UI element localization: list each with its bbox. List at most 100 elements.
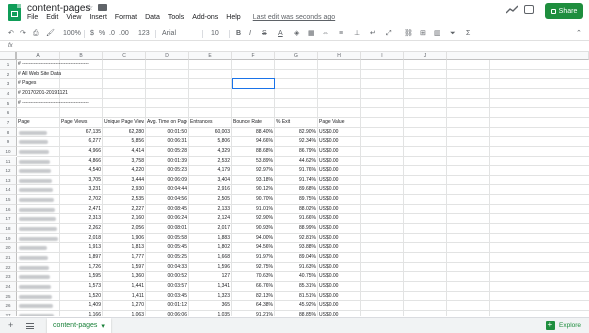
row-header[interactable]: 4 bbox=[0, 88, 17, 99]
data-cell[interactable]: 92.81% bbox=[276, 234, 316, 243]
data-cell[interactable]: 1,883 bbox=[190, 234, 230, 243]
data-cell[interactable]: 6,277 bbox=[61, 137, 101, 146]
data-cell[interactable]: US$0.00 bbox=[319, 282, 359, 291]
data-cell[interactable]: US$0.00 bbox=[319, 166, 359, 175]
data-cell[interactable]: 88.85% bbox=[276, 311, 316, 316]
column-header[interactable]: D bbox=[146, 52, 189, 60]
redo-icon[interactable]: ↷ bbox=[20, 29, 26, 39]
data-cell[interactable]: US$0.00 bbox=[319, 195, 359, 204]
menu-format[interactable]: Format bbox=[115, 14, 137, 24]
data-cell[interactable]: 00:06:09 bbox=[147, 176, 187, 185]
data-cell[interactable]: US$0.00 bbox=[319, 128, 359, 137]
data-cell[interactable]: 1,668 bbox=[190, 253, 230, 262]
row-header[interactable]: 20 bbox=[0, 243, 17, 253]
header-comment[interactable]: # Pages bbox=[18, 79, 118, 88]
data-cell[interactable]: 90.93% bbox=[233, 224, 273, 233]
data-cell[interactable]: 00:01:39 bbox=[147, 157, 187, 166]
data-cell[interactable]: US$0.00 bbox=[319, 147, 359, 156]
data-cell[interactable]: 60,003 bbox=[190, 128, 230, 137]
data-cell[interactable]: 1,063 bbox=[104, 311, 144, 316]
data-cell[interactable]: US$0.00 bbox=[319, 263, 359, 272]
column-title[interactable]: Avg. Time on Page bbox=[147, 118, 187, 127]
data-cell[interactable]: 90.70% bbox=[233, 195, 273, 204]
row-header[interactable]: 14 bbox=[0, 185, 17, 196]
insert-comment-icon[interactable]: ⊞ bbox=[420, 29, 426, 39]
row-header[interactable]: 25 bbox=[0, 291, 17, 302]
data-cell[interactable]: 1,596 bbox=[190, 263, 230, 272]
data-cell[interactable]: 00:03:57 bbox=[147, 282, 187, 291]
data-cell[interactable]: 4,329 bbox=[190, 147, 230, 156]
row-header[interactable]: 2 bbox=[0, 69, 17, 80]
folder-icon[interactable] bbox=[98, 4, 107, 11]
data-cell[interactable]: 53.89% bbox=[233, 157, 273, 166]
column-header[interactable]: E bbox=[189, 52, 232, 60]
data-cell[interactable]: 2,535 bbox=[104, 195, 144, 204]
column-title[interactable]: Page Value bbox=[319, 118, 359, 127]
data-cell[interactable]: 1,906 bbox=[104, 234, 144, 243]
data-cell[interactable]: 2,471 bbox=[61, 205, 101, 214]
data-cell[interactable]: 1,597 bbox=[104, 263, 144, 272]
header-comment[interactable]: # All Web Site Data bbox=[18, 70, 118, 79]
data-cell[interactable]: 5,806 bbox=[190, 137, 230, 146]
column-header[interactable]: F bbox=[232, 52, 275, 60]
data-cell[interactable]: US$0.00 bbox=[319, 272, 359, 281]
data-cell[interactable]: 94.56% bbox=[233, 243, 273, 252]
column-header[interactable]: C bbox=[103, 52, 146, 60]
row-header[interactable]: 23 bbox=[0, 272, 17, 282]
data-cell[interactable]: 92.75% bbox=[233, 263, 273, 272]
data-cell[interactable]: 91.01% bbox=[233, 205, 273, 214]
data-cell[interactable]: 1,270 bbox=[104, 301, 144, 310]
data-cell[interactable]: 92.34% bbox=[276, 137, 316, 146]
spreadsheet-grid[interactable]: A B C D E F G H I J 1 2 3 4 5 6 7 8 9 10 11 12 13 14 15 16 17 18 19 2… bbox=[0, 52, 589, 316]
data-cell[interactable]: 1,777 bbox=[104, 253, 144, 262]
data-cell[interactable]: 1,341 bbox=[190, 282, 230, 291]
data-cell[interactable]: 90.12% bbox=[233, 185, 273, 194]
data-cell[interactable]: 4,179 bbox=[190, 166, 230, 175]
data-cell[interactable]: US$0.00 bbox=[319, 214, 359, 223]
sheet-menu-caret-icon[interactable]: ▾ bbox=[101, 322, 105, 330]
data-cell[interactable]: 00:06:24 bbox=[147, 214, 187, 223]
data-cell[interactable]: US$0.00 bbox=[319, 137, 359, 146]
row-header[interactable]: 17 bbox=[0, 214, 17, 225]
column-header[interactable]: A bbox=[17, 52, 60, 60]
vertical-align-icon[interactable]: ⊥ bbox=[354, 29, 360, 39]
data-cell[interactable]: 1,897 bbox=[61, 253, 101, 262]
data-cell[interactable]: 64.38% bbox=[233, 301, 273, 310]
data-cell[interactable]: 3,231 bbox=[61, 185, 101, 194]
column-header[interactable]: J bbox=[404, 52, 447, 60]
star-icon[interactable]: ☆ bbox=[86, 3, 93, 12]
data-cell[interactable]: 00:01:12 bbox=[147, 301, 187, 310]
column-title[interactable]: Page Views bbox=[61, 118, 101, 127]
align-left-icon[interactable]: ≡ bbox=[339, 29, 343, 39]
menu-data[interactable]: Data bbox=[145, 14, 160, 24]
document-title[interactable]: content-pages bbox=[27, 3, 90, 14]
more-formats-button[interactable]: 123 bbox=[138, 29, 150, 39]
paint-format-icon[interactable]: 🖌 bbox=[46, 29, 55, 39]
data-cell[interactable]: 44.62% bbox=[276, 157, 316, 166]
data-cell[interactable]: 94.00% bbox=[233, 234, 273, 243]
insert-link-icon[interactable]: ⛓ bbox=[404, 29, 413, 39]
collapse-toolbar-icon[interactable]: ⌃ bbox=[576, 29, 582, 39]
data-cell[interactable]: 4,966 bbox=[61, 147, 101, 156]
row-header[interactable]: 13 bbox=[0, 175, 17, 186]
data-cell[interactable]: 00:05:58 bbox=[147, 234, 187, 243]
data-cell[interactable]: 93.18% bbox=[233, 176, 273, 185]
data-cell[interactable]: 67,135 bbox=[61, 128, 101, 137]
sheets-logo-icon[interactable] bbox=[8, 4, 21, 21]
data-cell[interactable]: 89.04% bbox=[276, 253, 316, 262]
data-cell[interactable]: 91.63% bbox=[276, 263, 316, 272]
data-cell[interactable]: 81.51% bbox=[276, 292, 316, 301]
text-wrap-icon[interactable]: ↵ bbox=[370, 29, 376, 39]
percent-format-button[interactable]: % bbox=[99, 29, 105, 39]
data-cell[interactable]: 1,411 bbox=[104, 292, 144, 301]
data-cell[interactable]: 1,360 bbox=[104, 272, 144, 281]
insert-chart-icon[interactable]: ▥ bbox=[434, 29, 441, 39]
data-cell[interactable]: 3,404 bbox=[190, 176, 230, 185]
data-cell[interactable]: 3,758 bbox=[104, 157, 144, 166]
font-select[interactable]: Arial bbox=[162, 29, 176, 39]
currency-format-button[interactable]: $ bbox=[90, 29, 94, 39]
row-header[interactable]: 18 bbox=[0, 224, 17, 234]
merge-cells-icon[interactable]: ⇔ bbox=[322, 29, 329, 39]
data-cell[interactable]: 127 bbox=[190, 272, 230, 281]
data-cell[interactable]: 2,160 bbox=[104, 214, 144, 223]
